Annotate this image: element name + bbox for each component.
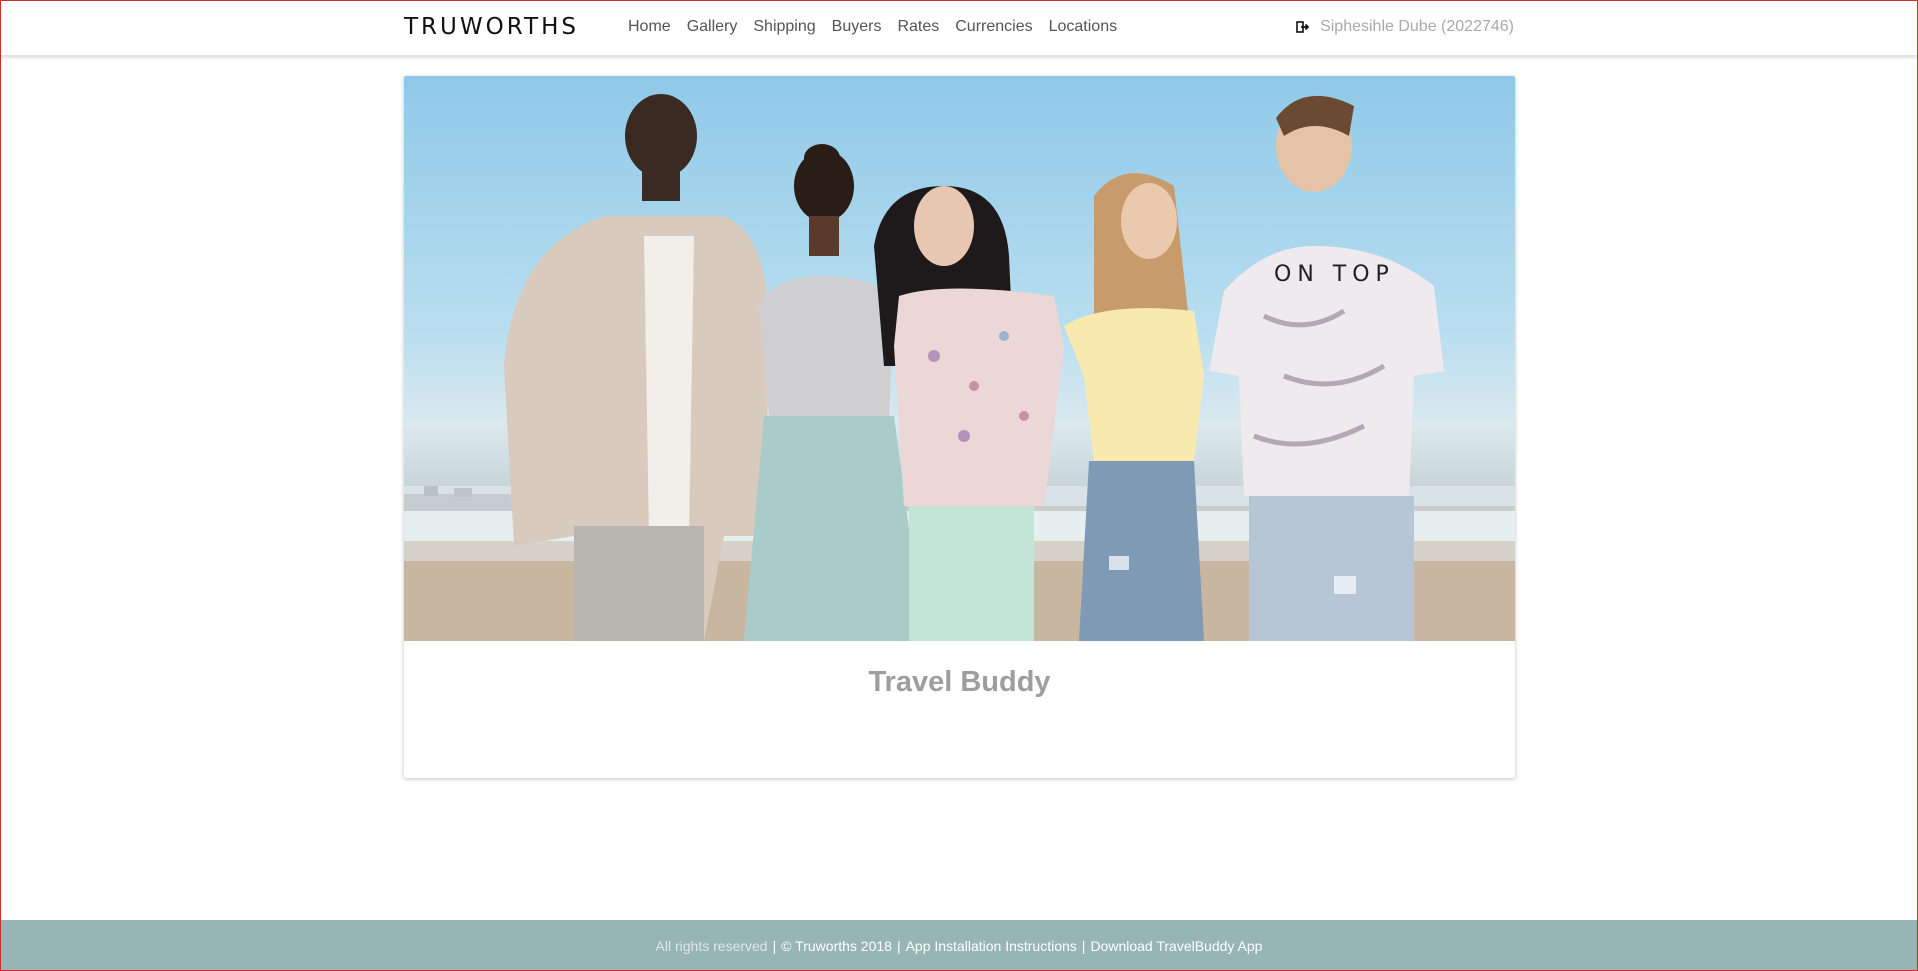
footer-separator: | — [896, 937, 901, 954]
footer: All rights reserved | © Truworths 2018 |… — [0, 920, 1918, 971]
top-navbar: TRUWORTHS Home Gallery Shipping Buyers R… — [0, 0, 1918, 56]
footer-copyright: © Truworths 2018 — [781, 937, 892, 954]
svg-text:ON TOP: ON TOP — [1274, 262, 1395, 287]
nav-buyers[interactable]: Buyers — [824, 17, 890, 37]
nav-locations[interactable]: Locations — [1041, 17, 1126, 37]
footer-separator: | — [1081, 937, 1086, 954]
main-nav: Home Gallery Shipping Buyers Rates Curre… — [628, 17, 1125, 37]
nav-currencies[interactable]: Currencies — [947, 17, 1040, 37]
user-name[interactable]: Siphesihle Dube (2022746) — [1320, 17, 1514, 37]
card-title: Travel Buddy — [868, 666, 1051, 698]
nav-shipping[interactable]: Shipping — [745, 17, 823, 37]
logout-icon[interactable] — [1296, 20, 1310, 34]
brand-logo[interactable]: TRUWORTHS — [404, 14, 579, 40]
hero-card: ON TOP Travel Buddy — [404, 76, 1515, 778]
user-account[interactable]: Siphesihle Dube (2022746) — [1296, 17, 1514, 37]
install-instructions-link[interactable]: App Installation Instructions — [906, 938, 1077, 954]
hero-image: ON TOP — [404, 76, 1515, 641]
hero-illustration: ON TOP — [404, 94, 1515, 641]
download-app-link[interactable]: Download TravelBuddy App — [1090, 938, 1262, 954]
nav-gallery[interactable]: Gallery — [679, 17, 746, 37]
nav-rates[interactable]: Rates — [889, 17, 947, 37]
footer-rights: All rights reserved — [655, 937, 768, 954]
nav-home[interactable]: Home — [628, 17, 679, 37]
footer-separator: | — [772, 937, 777, 954]
